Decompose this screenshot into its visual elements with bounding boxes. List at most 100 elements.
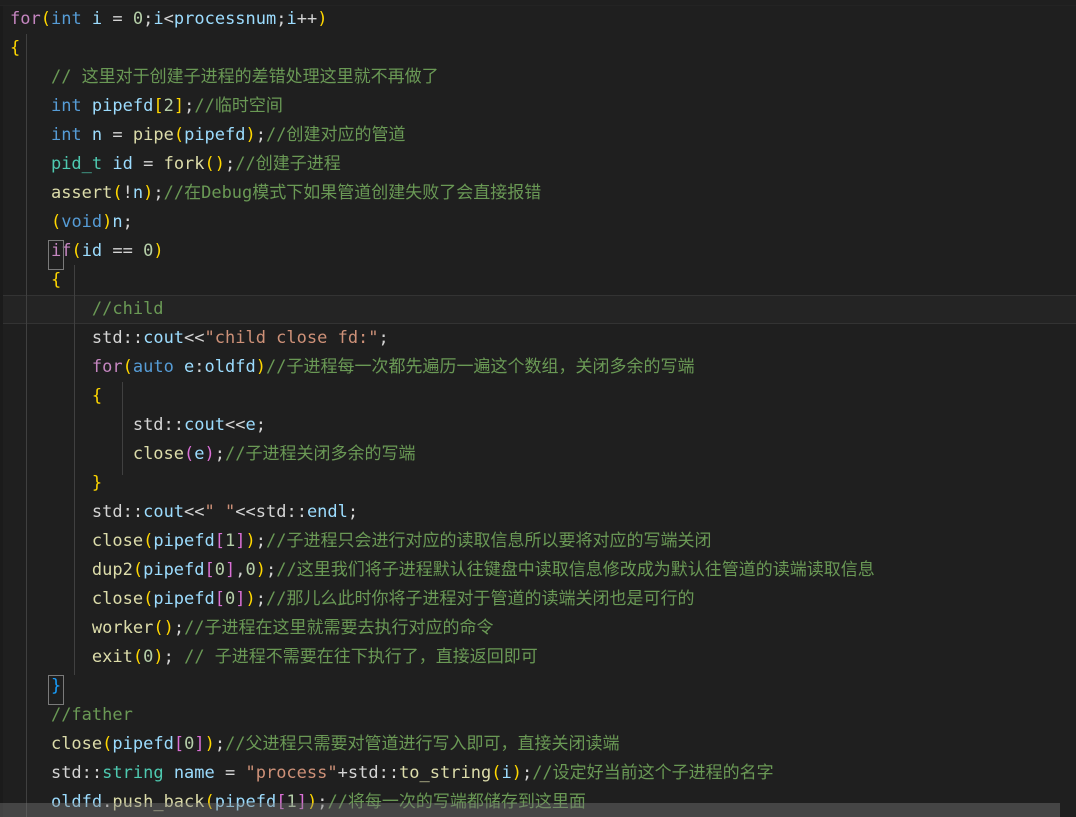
code-line[interactable]: for(int i = 0;i<processnum;i++) bbox=[0, 5, 1076, 34]
code-token-plain: std bbox=[132, 415, 164, 435]
code-line[interactable]: if(id == 0) bbox=[0, 237, 1076, 266]
code-line[interactable]: { bbox=[0, 382, 1076, 411]
code-token-b2: ] bbox=[235, 531, 246, 551]
code-editor[interactable]: for(int i = 0;i<processnum;i++){ // 这里对于… bbox=[0, 0, 1076, 817]
code-line[interactable]: dup2(pipefd[0],0);//这里我们将子进程默认往键盘中读取信息修改… bbox=[0, 556, 1076, 585]
code-token-kw: for bbox=[91, 357, 123, 377]
code-line[interactable]: pid_t id = fork();//创建子进程 bbox=[0, 150, 1076, 179]
code-line-text: } bbox=[10, 473, 102, 493]
code-token-fn: worker bbox=[91, 618, 154, 638]
code-token-fn: exit bbox=[91, 647, 133, 667]
code-token-type: int bbox=[50, 125, 82, 145]
code-line[interactable]: { bbox=[0, 266, 1076, 295]
code-token-fn: assert bbox=[50, 183, 113, 203]
code-token-b1: ( bbox=[132, 647, 144, 667]
code-token-op: = bbox=[112, 9, 133, 29]
code-line[interactable]: close(pipefd[0]);//那儿么此时你将子进程对于管道的读端关闭也是… bbox=[0, 585, 1076, 614]
code-token-var: i bbox=[153, 9, 164, 29]
code-token-num: 0 bbox=[245, 560, 256, 580]
code-token-b1: [ bbox=[153, 96, 164, 116]
code-token-plain: ; bbox=[255, 125, 266, 145]
code-line-text: exit(0); // 子进程不需要在往下执行了，直接返回即可 bbox=[10, 647, 538, 667]
code-token-b1: } bbox=[91, 473, 103, 493]
code-line[interactable]: } bbox=[0, 672, 1076, 701]
code-token-fn: close bbox=[132, 444, 185, 464]
code-line[interactable]: (void)n; bbox=[0, 208, 1076, 237]
code-line[interactable]: for(auto e:oldfd)//子进程每一次都先遍历一遍这个数组，关闭多余… bbox=[0, 353, 1076, 382]
code-line[interactable]: close(pipefd[1]);//子进程只会进行对应的读取信息所以要将对应的… bbox=[0, 527, 1076, 556]
code-token-b2: [ bbox=[173, 734, 185, 754]
code-token-var: pipefd bbox=[184, 125, 246, 145]
code-token-plain: ; bbox=[214, 734, 226, 754]
code-token-type: auto bbox=[132, 357, 174, 377]
code-line[interactable]: assert(!n);//在Debug模式下如果管道创建失败了会直接报错 bbox=[0, 179, 1076, 208]
code-line[interactable]: } bbox=[0, 469, 1076, 498]
code-line[interactable]: std::cout<<"child close fd:"; bbox=[0, 324, 1076, 353]
code-line[interactable]: int n = pipe(pipefd);//创建对应的管道 bbox=[0, 121, 1076, 150]
code-token-plain: ; bbox=[378, 328, 389, 348]
code-token-fn: pipe bbox=[132, 125, 174, 145]
code-line[interactable]: std::cout<<" "<<std::endl; bbox=[0, 498, 1076, 527]
code-line-text: close(pipefd[0]);//父进程只需要对管道进行写入即可，直接关闭读… bbox=[10, 734, 620, 754]
code-token-cmt: //子进程只会进行对应的读取信息所以要将对应的写端关闭 bbox=[266, 531, 712, 551]
code-token-plain: std bbox=[255, 502, 287, 522]
code-token-plain: :: bbox=[286, 502, 307, 522]
code-line[interactable]: //child bbox=[0, 295, 1076, 324]
code-token-plain: : bbox=[194, 357, 205, 377]
code-token-cmt: //子进程每一次都先遍历一遍这个数组，关闭多余的写端 bbox=[265, 357, 695, 377]
code-token-op: = bbox=[143, 154, 164, 174]
code-token-type: int bbox=[50, 96, 82, 116]
code-line[interactable]: worker();//子进程在这里就需要去执行对应的命令 bbox=[0, 614, 1076, 643]
code-token-b2: [ bbox=[214, 531, 225, 551]
code-token-fn: dup2 bbox=[91, 560, 133, 580]
code-token-cmt: //子进程关闭多余的写端 bbox=[225, 444, 416, 464]
code-token-str: " " bbox=[204, 502, 236, 522]
code-line-text: worker();//子进程在这里就需要去执行对应的命令 bbox=[10, 618, 494, 638]
code-line[interactable]: //father bbox=[0, 701, 1076, 730]
code-token-b2: ( bbox=[184, 444, 195, 464]
code-token-num: 1 bbox=[225, 531, 236, 551]
code-token-var: e bbox=[173, 357, 195, 377]
code-line[interactable]: exit(0); // 子进程不需要在往下执行了，直接返回即可 bbox=[0, 643, 1076, 672]
code-line-text: (void)n; bbox=[10, 212, 133, 232]
code-token-plain: :: bbox=[378, 763, 400, 783]
code-token-var: id bbox=[81, 241, 113, 261]
code-token-cmt: //创建子进程 bbox=[235, 154, 341, 174]
code-token-b1: ( bbox=[102, 734, 113, 754]
code-line[interactable]: std::string name = "process"+std::to_str… bbox=[0, 759, 1076, 788]
code-line[interactable]: { bbox=[0, 34, 1076, 63]
code-line[interactable]: close(e);//子进程关闭多余的写端 bbox=[0, 440, 1076, 469]
horizontal-scrollbar-thumb[interactable] bbox=[0, 803, 1060, 817]
code-token-cmt: //临时空间 bbox=[194, 96, 283, 116]
horizontal-scrollbar[interactable] bbox=[0, 803, 1076, 817]
code-token-op: << bbox=[224, 415, 246, 435]
code-token-cmt: //那儿么此时你将子进程对于管道的读端关闭也是可行的 bbox=[266, 589, 695, 609]
code-token-plain: :: bbox=[122, 328, 144, 348]
code-line-text: if(id == 0) bbox=[10, 241, 164, 261]
code-line-text: //father bbox=[10, 705, 133, 725]
code-token-b1: ( bbox=[50, 212, 62, 232]
code-token-var: processnum bbox=[173, 9, 277, 29]
code-line[interactable]: int pipefd[2];//临时空间 bbox=[0, 92, 1076, 121]
code-line[interactable]: // 这里对于创建子进程的差错处理这里就不再做了 bbox=[0, 63, 1076, 92]
code-token-var: id bbox=[102, 154, 144, 174]
code-surface[interactable]: for(int i = 0;i<processnum;i++){ // 这里对于… bbox=[0, 5, 1076, 817]
code-token-b1: ( bbox=[173, 125, 185, 145]
code-line[interactable]: close(pipefd[0]);//父进程只需要对管道进行写入即可，直接关闭读… bbox=[0, 730, 1076, 759]
code-token-num: 0 bbox=[225, 589, 236, 609]
code-token-num: 0 bbox=[143, 241, 154, 261]
code-token-kw: if bbox=[50, 241, 72, 261]
code-token-b1: ( bbox=[112, 183, 123, 203]
code-line[interactable]: std::cout<<e; bbox=[0, 411, 1076, 440]
code-token-b1: ( bbox=[143, 531, 154, 551]
code-token-b1: ( bbox=[143, 589, 154, 609]
